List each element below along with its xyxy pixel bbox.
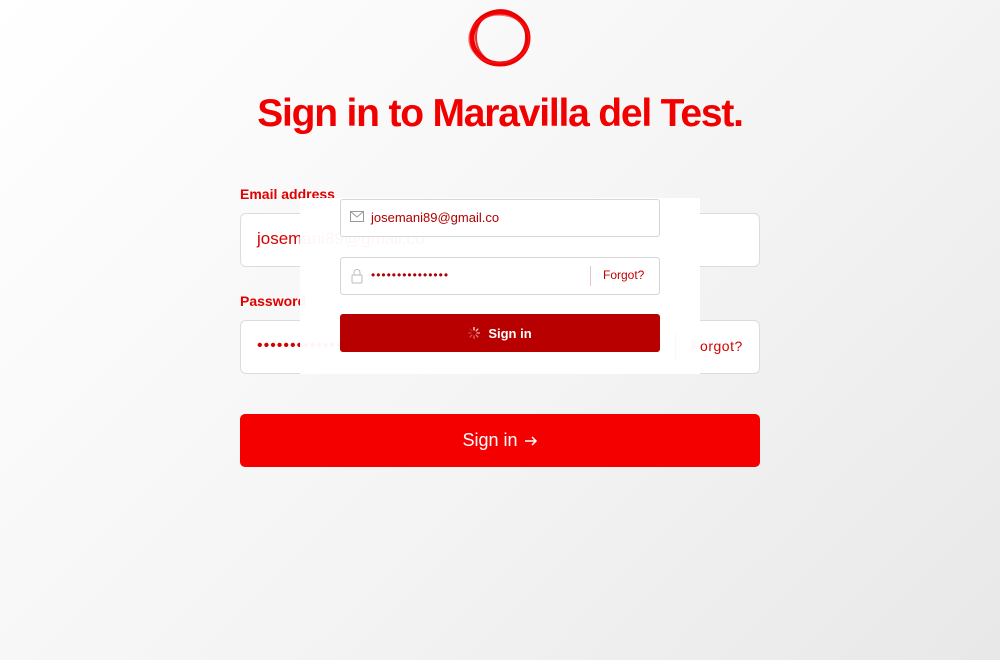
mail-icon	[350, 211, 364, 222]
page-title: Sign in to Maravilla del Test.	[257, 92, 744, 135]
red-ring-logo-icon	[468, 9, 531, 67]
overlay-password-value: •••••••••••••••	[371, 268, 450, 282]
overlay-password-field[interactable]: ••••••••••••••• Forgot?	[340, 257, 660, 295]
lock-icon	[351, 269, 363, 284]
overlay-sign-in-label: Sign in	[488, 325, 532, 341]
overlay-forgot-password-link[interactable]: Forgot?	[603, 268, 644, 282]
overlay-sign-in-button[interactable]: Sign in	[340, 314, 660, 352]
loading-spinner-icon	[468, 327, 481, 339]
sign-in-button[interactable]: Sign in	[240, 414, 760, 467]
arrow-right-icon	[524, 435, 537, 446]
overlay-email-value: josemani89@gmail.co	[371, 210, 500, 225]
sign-in-label: Sign in	[462, 430, 518, 450]
overlay-password-divider	[590, 266, 591, 286]
password-label: Password	[240, 293, 307, 309]
overlay-email-field[interactable]: josemani89@gmail.co	[340, 199, 660, 237]
